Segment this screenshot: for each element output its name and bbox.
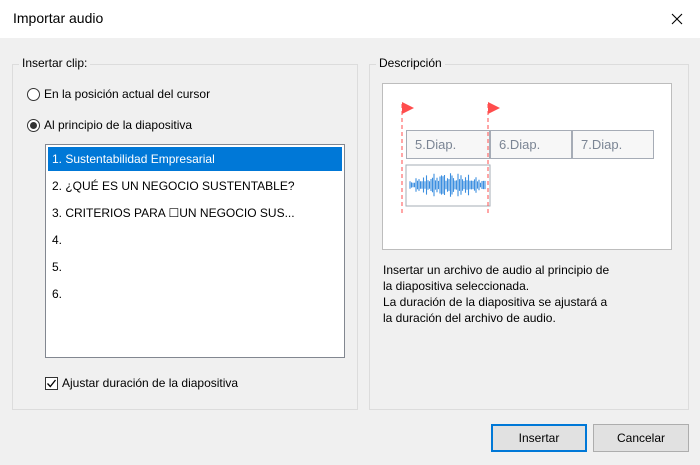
audio-preview: 5.Diap. 6.Diap. 7.Diap. — [382, 83, 672, 250]
radio-button-slide-start[interactable] — [27, 118, 40, 132]
description-line: Insertar un archivo de audio al principi… — [383, 263, 610, 277]
list-item[interactable]: 1. Sustentabilidad Empresarial — [48, 147, 342, 171]
start-flag-icon — [402, 102, 414, 114]
radio-button-cursor[interactable] — [27, 87, 40, 101]
radio-slide-start-label: Al principio de la diapositiva — [44, 118, 193, 132]
slide-list[interactable]: 1. Sustentabilidad Empresarial 2. ¿QUÉ E… — [45, 144, 345, 358]
title-bar: Importar audio — [0, 0, 700, 38]
adjust-duration-label: Ajustar duración de la diapositiva — [62, 376, 239, 390]
list-item[interactable]: 2. ¿QUÉ ES UN NEGOCIO SUSTENTABLE? — [48, 174, 342, 198]
close-icon — [671, 13, 683, 25]
radio-slide-start[interactable]: Al principio de la diapositiva — [27, 118, 192, 132]
radio-cursor-position[interactable]: En la posición actual del cursor — [27, 87, 210, 101]
list-item[interactable]: 4. — [48, 228, 342, 252]
list-item[interactable]: 3. CRITERIOS PARA ☐UN NEGOCIO SUS... — [48, 201, 342, 225]
cancel-button[interactable]: Cancelar — [593, 424, 689, 452]
audio-clip-graphic — [401, 102, 500, 214]
insert-clip-legend: Insertar clip: — [19, 56, 91, 70]
description-legend: Descripción — [376, 56, 445, 70]
list-item[interactable]: 6. — [48, 282, 342, 306]
adjust-duration-checkbox-row[interactable]: Ajustar duración de la diapositiva — [45, 376, 238, 390]
checkmark-icon — [47, 379, 57, 387]
description-line: la duración del archivo de audio. — [383, 311, 556, 325]
list-item[interactable]: 5. — [48, 255, 342, 279]
radio-cursor-label: En la posición actual del cursor — [44, 87, 211, 101]
window-title: Importar audio — [13, 10, 104, 26]
insert-button[interactable]: Insertar — [491, 424, 587, 452]
description-text: Insertar un archivo de audio al principi… — [383, 262, 673, 326]
close-button[interactable] — [654, 0, 700, 38]
adjust-duration-checkbox[interactable] — [45, 376, 58, 390]
description-line: la diapositiva seleccionada. — [383, 279, 530, 293]
description-line: La duración de la diapositiva se ajustar… — [383, 295, 608, 309]
end-flag-icon — [488, 102, 500, 114]
